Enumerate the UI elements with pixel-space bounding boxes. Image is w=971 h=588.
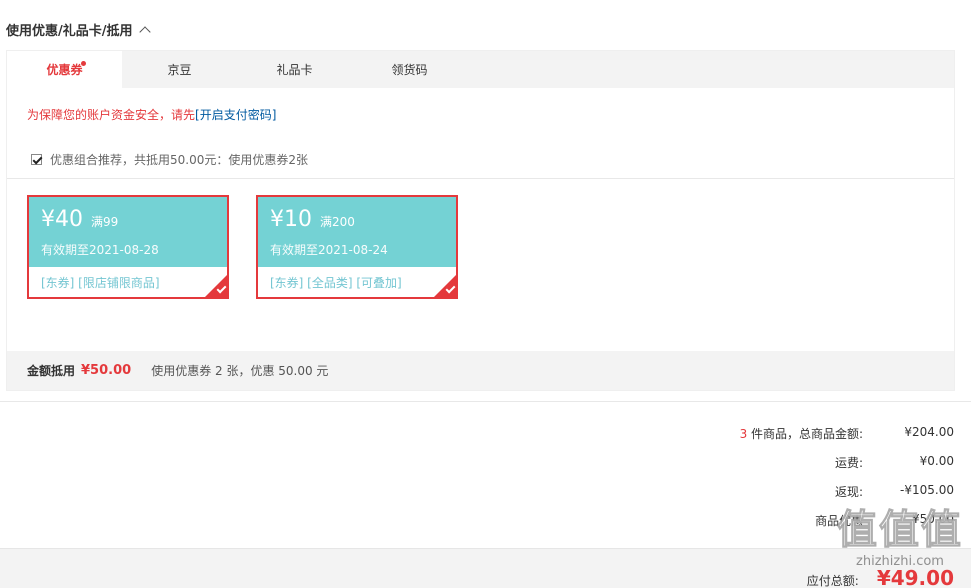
tab-label: 礼品卡 <box>276 63 313 77</box>
payable-value: ¥49.00 <box>876 566 954 588</box>
cashback-label: 返现: <box>835 485 864 499</box>
recommend-checkbox[interactable] <box>31 154 42 165</box>
coupon-validity: 有效期至2021-08-24 <box>270 243 388 257</box>
coupon-card[interactable]: ¥10 满200 有效期至2021-08-24 [东券] [全品类] [可叠加] <box>256 195 458 299</box>
coupon-condition: 满99 <box>91 215 119 229</box>
notification-dot-icon <box>81 61 86 66</box>
tab-coupons[interactable]: 优惠券 <box>7 51 122 88</box>
coupon-card[interactable]: ¥40 满99 有效期至2021-08-28 [东券] [限店铺限商品] <box>27 195 229 299</box>
warning-text: 为保障您的账户资金安全，请先 <box>27 108 196 122</box>
total-row-discount: 商品优惠 ¥50.00 <box>654 512 954 541</box>
discount-label: 商品优惠 <box>815 514 864 528</box>
divider <box>0 401 971 402</box>
tab-label: 京豆 <box>167 63 192 77</box>
items-value: ¥204.00 <box>904 425 954 439</box>
tab-label: 领货码 <box>391 63 428 77</box>
tab-bar: 优惠券 京豆 礼品卡 领货码 <box>7 51 954 88</box>
chevron-up-icon <box>138 26 151 38</box>
tab-gift-card[interactable]: 礼品卡 <box>237 51 352 88</box>
tab-jingdou[interactable]: 京豆 <box>122 51 237 88</box>
coupon-condition: 满200 <box>320 215 355 229</box>
total-row-cashback: 返现: -¥105.00 <box>654 483 954 512</box>
summary-label: 金额抵用 <box>27 364 76 378</box>
enable-pay-password-link[interactable]: [开启支付密码] <box>195 108 276 122</box>
coupon-validity: 有效期至2021-08-28 <box>41 243 159 257</box>
order-totals: 3 件商品，总商品金额: ¥204.00 运费: ¥0.00 返现: -¥105… <box>654 425 954 541</box>
items-label: 件商品，总商品金额: <box>747 427 864 441</box>
coupon-header: ¥40 满99 有效期至2021-08-28 <box>29 197 227 267</box>
coupon-tags: [东券] [全品类] [可叠加] <box>270 276 402 290</box>
total-row-items: 3 件商品，总商品金额: ¥204.00 <box>654 425 954 454</box>
security-warning: 为保障您的账户资金安全，请先[开启支付密码] <box>27 106 276 123</box>
payable-total: 应付总额: ¥49.00 <box>807 566 954 588</box>
recommend-text: 优惠组合推荐，共抵用50.00元：使用优惠券2张 <box>50 153 308 167</box>
summary-amount: ¥50.00 <box>81 363 132 378</box>
discount-summary: 金额抵用 ¥50.00 使用优惠券 2 张，优惠 50.00 元 <box>7 351 954 390</box>
coupon-amount: ¥40 <box>41 207 83 232</box>
discount-value: ¥50.00 <box>912 512 954 526</box>
discount-panel: 优惠券 京豆 礼品卡 领货码 为保障您的账户资金安全，请先[开启支付密码] 优惠… <box>6 50 955 391</box>
coupon-amount: ¥10 <box>270 207 312 232</box>
total-row-shipping: 运费: ¥0.00 <box>654 454 954 483</box>
cashback-value: -¥105.00 <box>900 483 954 497</box>
shipping-label: 运费: <box>835 456 864 470</box>
coupon-header: ¥10 满200 有效期至2021-08-24 <box>258 197 456 267</box>
shipping-value: ¥0.00 <box>919 454 954 468</box>
summary-desc: 使用优惠券 2 张，优惠 50.00 元 <box>151 364 329 378</box>
coupon-tags: [东券] [限店铺限商品] <box>41 276 160 290</box>
recommend-combo: 优惠组合推荐，共抵用50.00元：使用优惠券2张 <box>31 151 308 168</box>
payable-label: 应付总额: <box>806 574 859 588</box>
divider <box>7 178 954 179</box>
section-title: 使用优惠/礼品卡/抵用 <box>6 24 133 39</box>
section-toggle[interactable]: 使用优惠/礼品卡/抵用 <box>6 20 151 39</box>
tab-label: 优惠券 <box>46 63 83 77</box>
tab-pickup-code[interactable]: 领货码 <box>352 51 467 88</box>
